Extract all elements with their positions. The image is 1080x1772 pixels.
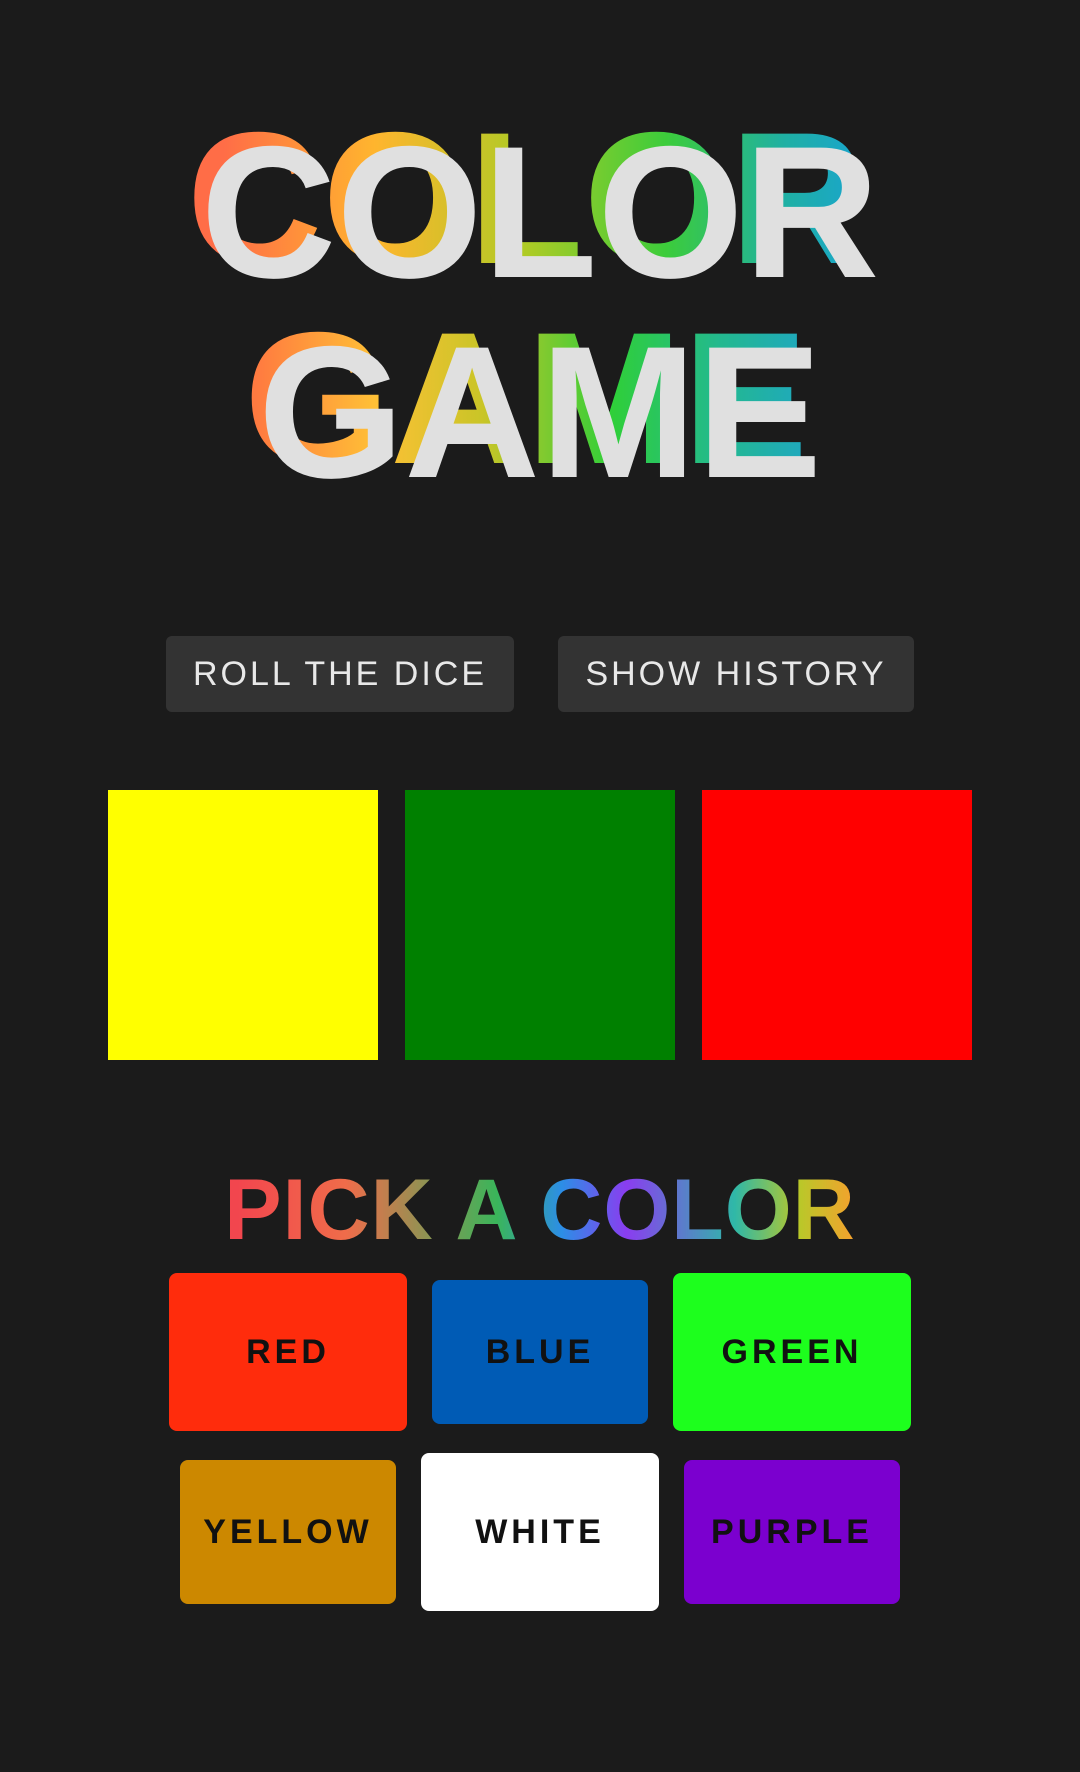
choice-green-button[interactable]: GREEN [673,1273,911,1431]
roll-dice-button[interactable]: ROLL THE DICE [166,636,514,712]
title-line-1-text: COLOR [200,107,880,317]
show-history-button[interactable]: SHOW HISTORY [558,636,914,712]
title-line-2: GAME GAME [0,304,1080,518]
dice-square-1 [108,790,378,1060]
title-line-1: COLOR COLOR [0,104,1080,318]
dice-square-2 [405,790,675,1060]
choice-yellow-button[interactable]: YELLOW [180,1460,396,1604]
choice-purple-button[interactable]: PURPLE [684,1460,900,1604]
choice-red-button[interactable]: RED [169,1273,407,1431]
pick-color-heading: PICK A COLOR [0,1162,1080,1258]
title-line-2-text: GAME [258,307,822,517]
choice-white-button[interactable]: WHITE [421,1453,659,1611]
dice-square-3 [702,790,972,1060]
choice-blue-button[interactable]: BLUE [432,1280,648,1424]
